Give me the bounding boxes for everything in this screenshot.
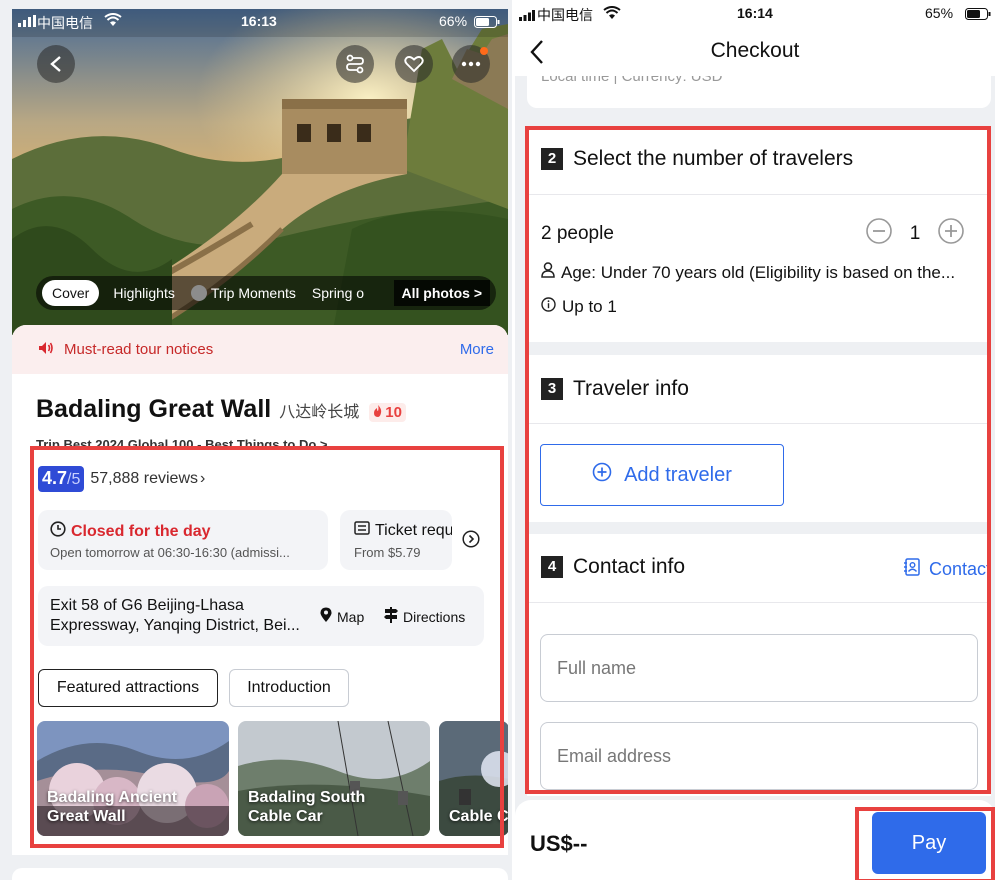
route-icon	[346, 54, 364, 74]
heart-icon	[404, 56, 424, 73]
checkout-screen: 中国电信 16:14 65% Checkout Local time | Cur…	[515, 0, 995, 880]
screenshot-root: 中国电信 16:13 66% Cover Highlights Trip Mom…	[0, 0, 995, 880]
attraction-title: Badaling Great Wall	[36, 395, 272, 423]
status-bar: 中国电信 16:13 66%	[12, 9, 508, 35]
status-bar-right: 中国电信 16:14 65%	[515, 0, 995, 28]
battery-icon	[965, 7, 991, 23]
photo-tab-spring[interactable]: Spring o	[304, 280, 372, 306]
hot-rank-number: 10	[385, 404, 402, 421]
more-dots-icon	[461, 61, 481, 67]
battery-percent: 65%	[925, 5, 954, 21]
photo-tab-trip-moments-label: Trip Moments	[210, 285, 296, 301]
highlight-outline-left	[30, 446, 504, 848]
favorite-button[interactable]	[395, 45, 433, 83]
photo-tab-trip-moments[interactable]: Trip Moments	[183, 280, 304, 306]
battery-icon	[474, 15, 500, 31]
notice-more-link[interactable]: More	[460, 341, 494, 358]
checkout-header: Checkout	[515, 28, 995, 76]
signal-icon	[519, 8, 535, 24]
flame-icon	[373, 404, 383, 421]
route-button[interactable]	[336, 45, 374, 83]
clock: 16:14	[737, 5, 773, 21]
chevron-left-icon	[50, 56, 61, 72]
notice-text: Must-read tour notices	[64, 341, 214, 358]
more-button[interactable]	[452, 45, 490, 83]
total-price: US$--	[530, 831, 588, 856]
signal-icon	[18, 14, 36, 30]
speaker-icon	[38, 341, 54, 359]
photo-tab-cover[interactable]: Cover	[42, 280, 100, 306]
hero-photo[interactable]: 中国电信 16:13 66% Cover Highlights Trip Mom…	[12, 9, 508, 335]
highlight-outline-form	[525, 126, 991, 794]
wifi-icon	[603, 6, 621, 23]
local-time-currency-text: Local time | Currency: USD	[541, 76, 723, 85]
previous-section-tail: Local time | Currency: USD	[527, 76, 991, 108]
attraction-local-name: 八达岭长城	[279, 404, 360, 421]
back-button[interactable]	[37, 45, 75, 83]
attraction-detail-screen: 中国电信 16:13 66% Cover Highlights Trip Mom…	[0, 0, 512, 880]
carrier-label: 中国电信	[537, 7, 593, 23]
next-card-edge	[12, 868, 508, 880]
carrier-label: 中国电信	[37, 15, 93, 31]
wifi-icon	[104, 13, 122, 30]
notification-dot	[480, 47, 488, 55]
all-photos-link[interactable]: All photos >	[393, 280, 490, 306]
battery-percent: 66%	[439, 13, 468, 29]
hot-rank-badge[interactable]: 10	[369, 403, 406, 422]
title-row: Badaling Great Wall 八达岭长城 10	[36, 395, 406, 424]
checkout-title: Checkout	[710, 39, 800, 62]
tour-notice-bar[interactable]: Must-read tour notices More	[12, 325, 508, 374]
moments-avatar-icon	[190, 285, 207, 301]
photo-tab-highlights[interactable]: Highlights	[105, 280, 182, 306]
highlight-outline-pay	[855, 807, 995, 880]
photo-tab-bar: Cover Highlights Trip Moments Spring o A…	[36, 276, 496, 310]
clock: 16:13	[241, 13, 277, 29]
